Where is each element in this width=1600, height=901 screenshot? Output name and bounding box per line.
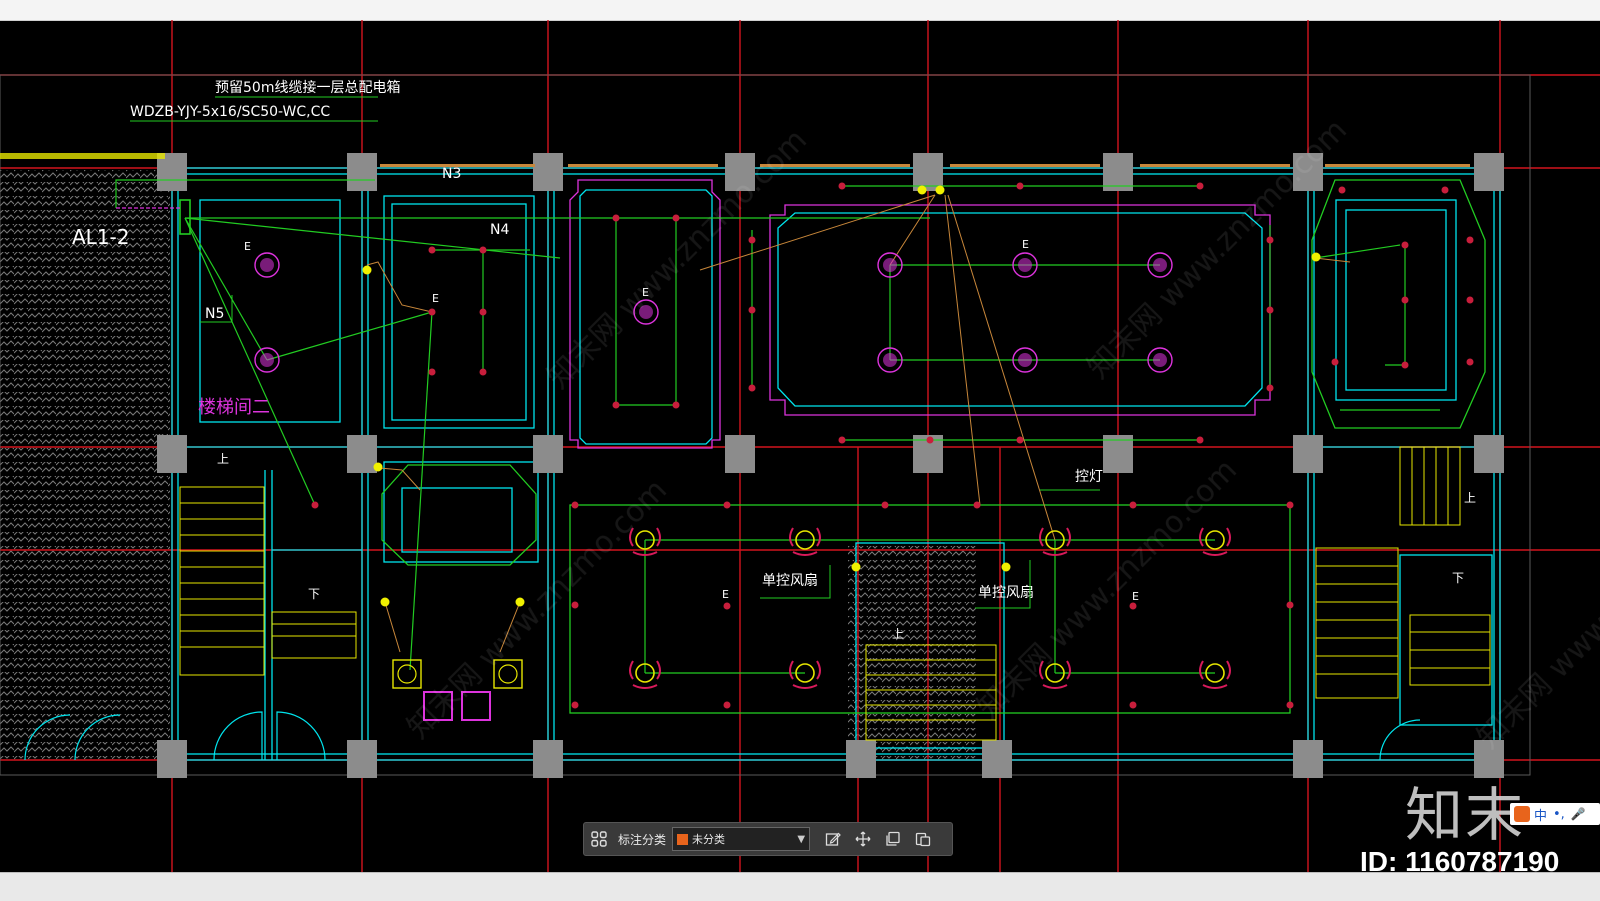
category-value: 未分类: [692, 833, 726, 846]
emergency-tag: E: [722, 588, 729, 601]
stairs: [179, 446, 1491, 741]
stair-up-label: 上: [1464, 491, 1476, 505]
paste-icon[interactable]: [908, 824, 938, 854]
emergency-tag: E: [432, 292, 439, 305]
status-bar: [0, 872, 1600, 901]
ime-logo-icon: [1514, 806, 1530, 822]
emergency-tag: E: [1022, 238, 1029, 251]
category-dropdown[interactable]: 未分类 ▼: [672, 827, 811, 851]
category-color-swatch: [677, 833, 689, 845]
switch-label: 控灯: [1075, 469, 1103, 485]
cad-drawing-canvas[interactable]: 预留50m线缆接一层总配电箱 WDZB-YJY-5x16/SC50-WC,CC …: [0, 20, 1600, 872]
distribution-panel: [179, 199, 191, 235]
hatch-area-left: [0, 170, 170, 760]
stair-down-label: 下: [1452, 571, 1464, 585]
annotation-toolbar: 标注分类 未分类 ▼: [583, 822, 953, 856]
circuit-label-n3: N3: [442, 166, 461, 182]
stair-down-label: 下: [308, 587, 320, 601]
structural-columns: [157, 153, 1504, 778]
emergency-tag: E: [244, 240, 251, 253]
svg-text:知末网 www.znzmo.com: 知末网 www.znzmo.com: [541, 123, 814, 396]
stair-up-label: 上: [217, 452, 229, 466]
move-icon[interactable]: [848, 824, 878, 854]
emergency-tag: E: [1132, 590, 1139, 603]
room-label-stairwell: 楼梯间二: [198, 397, 270, 418]
panel-label: AL1-2: [72, 225, 130, 249]
watermark-logo: 知末: [1405, 781, 1526, 849]
edit-note-icon[interactable]: [818, 824, 848, 854]
cable-note-line1: 预留50m线缆接一层总配电箱: [215, 79, 400, 96]
annotation-category-label: 标注分类: [618, 832, 667, 847]
circuit-label-n5: N5: [205, 306, 224, 322]
floor-plan: 预留50m线缆接一层总配电箱 WDZB-YJY-5x16/SC50-WC,CC …: [0, 20, 1600, 872]
copy-icon[interactable]: [878, 824, 908, 854]
cable-note-line2: WDZB-YJY-5x16/SC50-WC,CC: [130, 104, 330, 120]
layout-grid-icon[interactable]: [584, 824, 614, 854]
stair-up-label: 上: [892, 627, 904, 641]
fan-label-1: 单控风扇: [762, 573, 818, 589]
wiring: [184, 185, 1440, 674]
title-bar: [0, 0, 1600, 21]
chevron-down-icon: ▼: [797, 833, 806, 845]
ime-punctuation: •,: [1553, 806, 1565, 822]
doors: [24, 711, 1421, 761]
ime-status-bar[interactable]: 中 •, 🎤: [1510, 803, 1600, 825]
hatch-area-shaft: [848, 545, 976, 760]
circuit-label-n4: N4: [490, 222, 509, 238]
ime-language: 中: [1534, 808, 1548, 824]
fan-label-2: 单控风扇: [978, 585, 1034, 601]
microphone-icon: 🎤: [1570, 807, 1586, 821]
